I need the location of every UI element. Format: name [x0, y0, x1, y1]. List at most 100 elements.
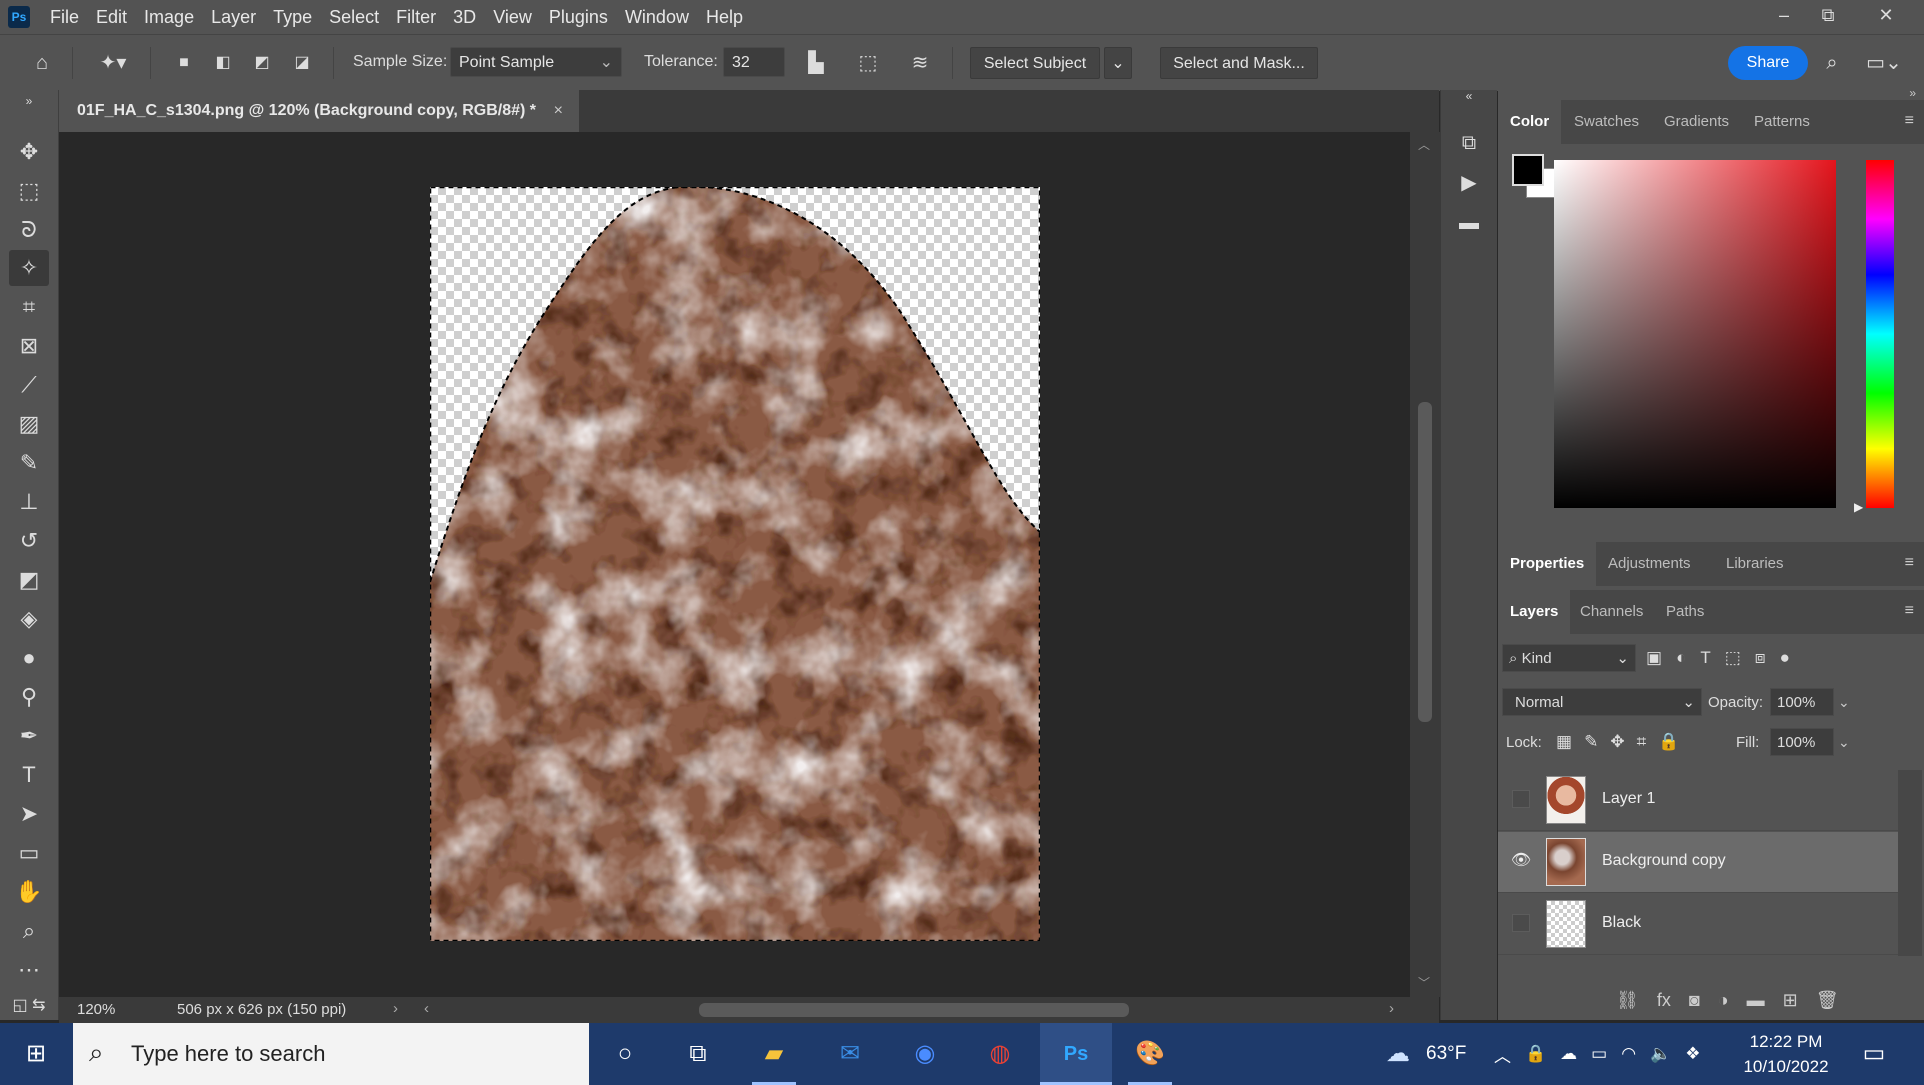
chrome-icon[interactable]: ◍: [978, 1033, 1022, 1075]
vertical-scrollbar[interactable]: ︿ ﹀: [1410, 132, 1440, 997]
select-subject-button[interactable]: Select Subject: [970, 47, 1100, 79]
workspace-icon[interactable]: ▭⌄: [1862, 47, 1906, 79]
file-explorer-icon[interactable]: ▰: [752, 1033, 796, 1075]
anti-alias-icon[interactable]: ▙: [800, 47, 832, 79]
close-tab-icon[interactable]: ×: [554, 90, 563, 132]
healing-brush-tool-icon[interactable]: ▨: [9, 406, 49, 442]
chevron-down-icon[interactable]: ⌄: [1838, 694, 1850, 711]
frame-tool-icon[interactable]: ⊠: [9, 328, 49, 364]
zoom-tool-icon[interactable]: ⌕: [9, 913, 49, 949]
hue-slider-handle-icon[interactable]: ▶: [1854, 500, 1863, 514]
menu-plugins[interactable]: Plugins: [549, 7, 608, 28]
add-mask-icon[interactable]: ◙: [1689, 990, 1700, 1011]
panel-menu-icon[interactable]: ≡: [1905, 112, 1914, 130]
panel-menu-icon[interactable]: ≡: [1905, 554, 1914, 572]
select-and-mask-button[interactable]: Select and Mask...: [1160, 47, 1318, 79]
subtract-from-selection-icon[interactable]: ◩: [246, 47, 278, 79]
restore-button[interactable]: ⧉: [1806, 0, 1850, 30]
scroll-down-icon[interactable]: ﹀: [1418, 974, 1430, 991]
path-selection-tool-icon[interactable]: ➤: [9, 796, 49, 832]
taskbar-clock[interactable]: 12:22 PM 10/10/2022: [1738, 1029, 1834, 1079]
eraser-tool-icon[interactable]: ◩: [9, 562, 49, 598]
marquee-tool-icon[interactable]: ⬚: [9, 173, 49, 209]
layer-style-icon[interactable]: fx: [1657, 990, 1671, 1011]
chevron-right-icon[interactable]: ›: [393, 1000, 398, 1017]
search-icon[interactable]: ⌕: [1816, 47, 1848, 79]
filter-adjustment-layers-icon[interactable]: ◐: [1676, 648, 1686, 668]
tab-channels[interactable]: Channels: [1580, 590, 1643, 634]
blur-tool-icon[interactable]: ●: [9, 640, 49, 676]
menu-select[interactable]: Select: [329, 7, 379, 28]
task-view-icon[interactable]: ⧉: [676, 1033, 720, 1075]
tab-adjustments[interactable]: Adjustments: [1608, 542, 1691, 586]
dropbox-icon[interactable]: ❖: [1685, 1044, 1700, 1064]
blend-mode-select[interactable]: Normal ⌄: [1502, 688, 1702, 716]
tab-swatches[interactable]: Swatches: [1574, 100, 1639, 144]
chevron-up-icon[interactable]: ︿: [1494, 1042, 1511, 1067]
paint-app-icon[interactable]: 🎨: [1128, 1033, 1172, 1075]
history-panel-icon[interactable]: ⧉: [1451, 126, 1487, 160]
new-selection-icon[interactable]: ■: [168, 47, 200, 79]
scroll-up-icon[interactable]: ︿: [1418, 136, 1430, 153]
tab-libraries[interactable]: Libraries: [1726, 542, 1784, 586]
collapse-panel-icon[interactable]: »: [9, 94, 49, 108]
swap-colors-icon[interactable]: ◱ ⇆: [9, 988, 49, 1024]
weather-temperature[interactable]: 63°F: [1426, 1043, 1466, 1065]
scroll-right-icon[interactable]: ›: [1389, 1000, 1394, 1017]
select-subject-dropdown[interactable]: ⌄: [1104, 47, 1132, 79]
menu-layer[interactable]: Layer: [211, 7, 256, 28]
tab-gradients[interactable]: Gradients: [1664, 100, 1729, 144]
menu-3d[interactable]: 3D: [453, 7, 476, 28]
filter-type-layers-icon[interactable]: T: [1700, 648, 1710, 668]
menu-window[interactable]: Window: [625, 7, 689, 28]
menu-help[interactable]: Help: [706, 7, 743, 28]
panel-menu-icon[interactable]: ≡: [1905, 602, 1914, 620]
magic-wand-tool-icon[interactable]: ✧: [9, 250, 49, 286]
onedrive-icon[interactable]: ☁: [1560, 1044, 1577, 1064]
history-brush-tool-icon[interactable]: ↺: [9, 523, 49, 559]
filter-pixel-layers-icon[interactable]: ▣: [1646, 648, 1662, 668]
sample-all-layers-icon[interactable]: ≋: [904, 47, 936, 79]
hand-tool-icon[interactable]: ✋: [9, 874, 49, 910]
layer-row-layer-1[interactable]: Layer 1: [1498, 770, 1898, 831]
menu-edit[interactable]: Edit: [96, 7, 127, 28]
dodge-tool-icon[interactable]: ⚲: [9, 679, 49, 715]
image-canvas[interactable]: [430, 187, 1040, 941]
opacity-input[interactable]: 100%: [1770, 688, 1834, 716]
document-tab[interactable]: 01F_HA_C_s1304.png @ 120% (Background co…: [59, 90, 579, 132]
taskbar-search-box[interactable]: ⌕ Type here to search: [73, 1023, 589, 1085]
paint-bucket-tool-icon[interactable]: ◈: [9, 601, 49, 637]
brush-tool-icon[interactable]: ✎: [9, 445, 49, 481]
filter-shape-layers-icon[interactable]: ⬚: [1725, 648, 1741, 668]
document-info[interactable]: 506 px x 626 px (150 ppi): [177, 1001, 346, 1018]
filter-toggle-icon[interactable]: ●: [1780, 648, 1790, 668]
layer-row-background-copy[interactable]: 👁 Background copy: [1498, 832, 1898, 893]
tab-paths[interactable]: Paths: [1666, 590, 1704, 634]
eyedropper-tool-icon[interactable]: ⟋: [9, 367, 49, 403]
link-layers-icon[interactable]: ⛓: [1616, 990, 1639, 1011]
filter-smart-objects-icon[interactable]: ⧈: [1755, 648, 1766, 668]
expand-panels-icon[interactable]: »: [1909, 86, 1916, 100]
more-tools-icon[interactable]: ⋯: [9, 952, 49, 988]
lock-position-icon[interactable]: ✥: [1610, 732, 1624, 752]
zoom-level[interactable]: 120%: [77, 1001, 115, 1018]
new-group-icon[interactable]: ▬: [1747, 990, 1765, 1011]
chevron-down-icon[interactable]: ⌄: [1838, 734, 1850, 751]
actions-panel-icon[interactable]: ▶: [1451, 166, 1487, 200]
pen-tool-icon[interactable]: ✒: [9, 718, 49, 754]
contiguous-icon[interactable]: ⬚: [852, 47, 884, 79]
visibility-toggle[interactable]: [1512, 914, 1530, 932]
collapse-icon[interactable]: «: [1451, 86, 1487, 106]
layer-filter-kind-select[interactable]: ⌕ Kind ⌄: [1502, 644, 1636, 672]
horizontal-scroll-thumb[interactable]: [699, 1003, 1129, 1017]
hue-slider[interactable]: [1866, 160, 1894, 508]
cortana-icon[interactable]: ○: [603, 1033, 647, 1075]
visibility-toggle[interactable]: [1512, 790, 1530, 808]
layer-row-black[interactable]: Black: [1498, 894, 1898, 955]
wifi-icon[interactable]: ◠: [1621, 1044, 1636, 1064]
lock-artboard-icon[interactable]: ⌗: [1637, 732, 1647, 752]
adjustment-layer-icon[interactable]: ◑: [1718, 990, 1729, 1011]
zoom-app-icon[interactable]: ◉: [903, 1033, 947, 1075]
lasso-tool-icon[interactable]: ᘐ: [9, 212, 49, 248]
home-icon[interactable]: ⌂: [26, 47, 58, 79]
